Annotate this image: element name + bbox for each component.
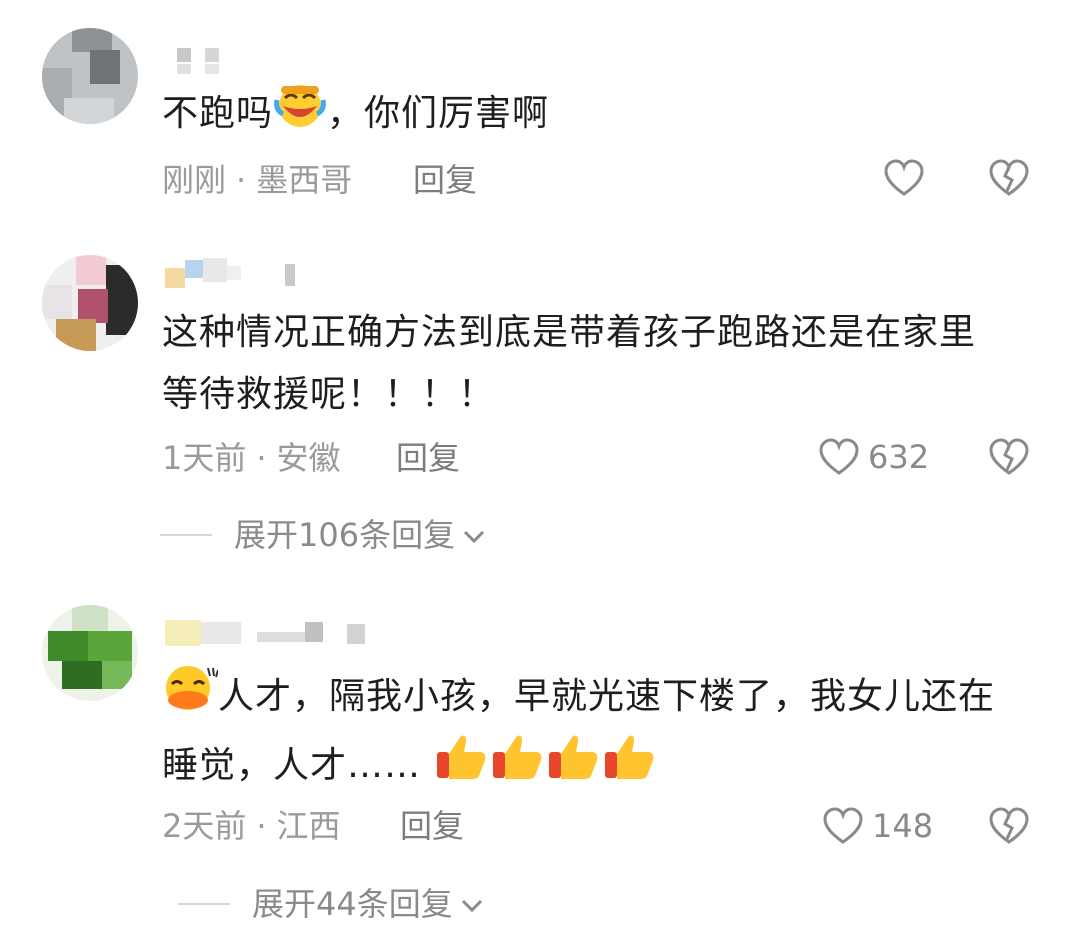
comment-meta: 1天前 · 安徽 [162, 439, 341, 477]
heart-icon [822, 806, 864, 846]
location: 江西 [276, 807, 341, 845]
heart-icon [818, 437, 860, 477]
thumbs-up-emoji [489, 732, 545, 802]
reply-button[interactable]: 回复 [413, 160, 477, 200]
heart-icon [883, 158, 925, 198]
like-count: 148 [872, 807, 934, 845]
crying-laughing-emoji [273, 82, 327, 148]
location: 墨西哥 [256, 161, 353, 199]
username-blurred[interactable] [165, 42, 245, 74]
timestamp: 1天前 [162, 439, 247, 477]
like-button[interactable] [883, 158, 925, 198]
divider-line [178, 903, 230, 905]
chevron-down-icon [459, 884, 485, 924]
like-button[interactable]: 148 [822, 806, 933, 846]
reply-button[interactable]: 回复 [400, 806, 464, 846]
comment-text: 不跑吗 ，你们厉害啊 [162, 82, 1042, 148]
expand-replies-button[interactable]: 展开106条回复 [160, 515, 487, 555]
avatar[interactable] [42, 255, 138, 351]
username-blurred[interactable] [165, 258, 305, 290]
comment-text: 这种情况正确方法到底是带着孩子跑路还是在家里 等待救援呢！！！！ [162, 312, 977, 415]
reply-button[interactable]: 回复 [396, 438, 460, 478]
thumbs-up-emoji [433, 732, 489, 802]
like-count: 632 [868, 438, 930, 476]
like-button[interactable]: 632 [818, 437, 929, 477]
avatar[interactable] [42, 28, 138, 124]
broken-heart-icon[interactable] [988, 158, 1030, 202]
thumbs-up-emoji [601, 732, 657, 802]
comment-text: 人才，隔我小孩，早就光速下楼了，我女儿还在 睡觉，人才…… [162, 664, 1042, 802]
timestamp: 2天前 [162, 807, 247, 845]
location: 安徽 [276, 439, 341, 477]
thumbs-up-emoji-group [421, 735, 657, 786]
comment-meta: 刚刚 · 墨西哥 [162, 161, 353, 199]
expand-replies-button[interactable]: 展开44条回复 [178, 884, 485, 924]
timestamp: 刚刚 [162, 161, 227, 199]
broken-heart-icon[interactable] [988, 437, 1030, 481]
thumbs-up-emoji [545, 732, 601, 802]
divider-line [160, 534, 212, 536]
username-blurred[interactable] [165, 616, 375, 648]
broken-heart-icon[interactable] [988, 806, 1030, 850]
avatar[interactable] [42, 605, 138, 701]
laughing-duck-emoji [162, 664, 219, 732]
comment-meta: 2天前 · 江西 [162, 807, 341, 845]
chevron-down-icon [461, 515, 487, 555]
